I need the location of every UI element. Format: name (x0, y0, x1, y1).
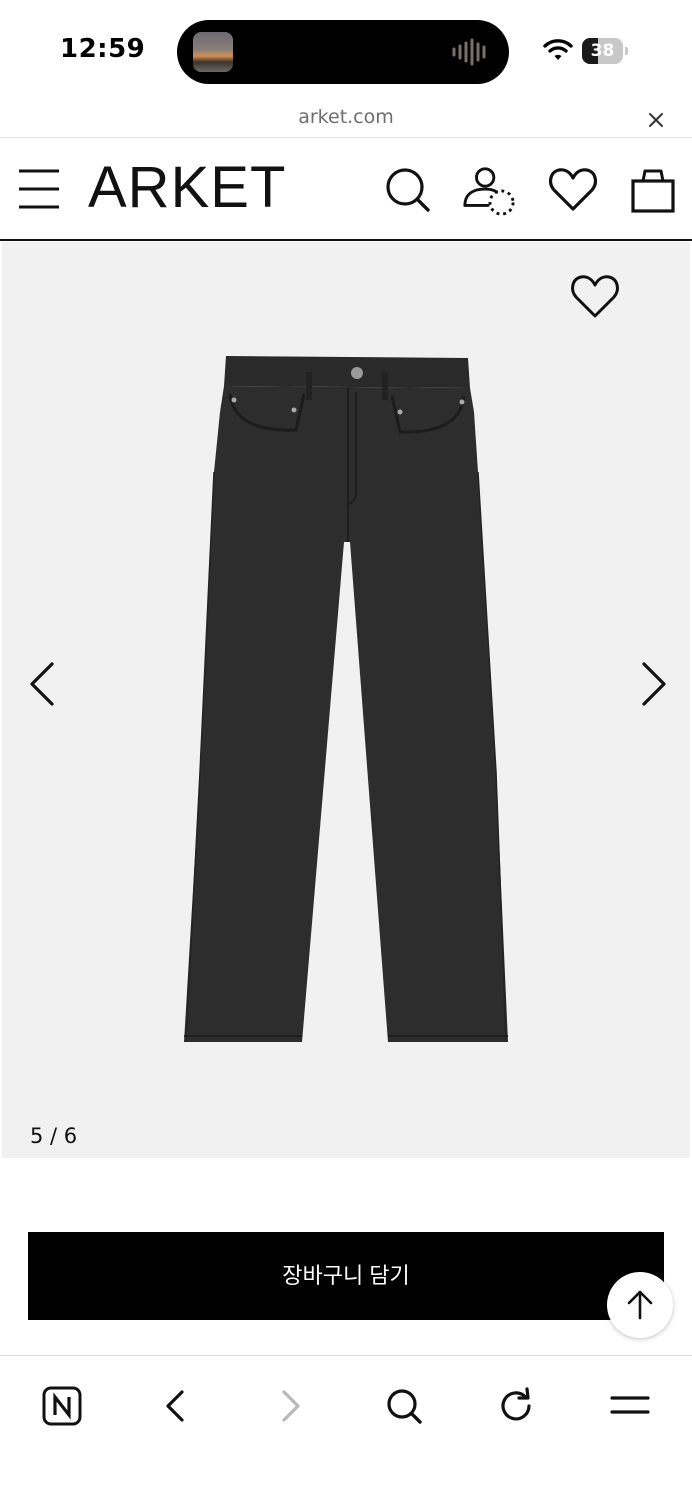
dynamic-island[interactable] (177, 20, 509, 84)
next-image-arrow-icon[interactable] (632, 658, 672, 710)
scroll-to-top-button[interactable] (607, 1272, 673, 1338)
refresh-button[interactable] (487, 1376, 547, 1436)
image-counter: 5 / 6 (30, 1124, 78, 1148)
status-bar: 12:59 38 (0, 0, 692, 100)
arrow-up-icon (627, 1290, 653, 1320)
audio-waveform-icon (452, 38, 486, 66)
battery-body: 38 (582, 38, 623, 64)
forward-icon (282, 1390, 300, 1422)
wishlist-icon[interactable] (548, 163, 598, 217)
battery-level: 38 (590, 41, 615, 61)
product-gallery[interactable]: 5 / 6 (2, 242, 690, 1158)
search-icon[interactable] (383, 163, 433, 217)
browser-toolbar (0, 1355, 692, 1500)
status-time: 12:59 (60, 34, 146, 64)
wifi-icon (543, 39, 573, 60)
close-icon[interactable] (644, 108, 668, 132)
battery-icon: 38 (582, 38, 628, 64)
browser-search-button[interactable] (374, 1376, 434, 1436)
add-to-cart-button[interactable]: 장바구니 담기 (28, 1232, 664, 1320)
add-to-wishlist-heart-icon[interactable] (569, 272, 621, 320)
menu-icon[interactable] (18, 167, 60, 211)
search-icon (387, 1389, 422, 1424)
battery-tip (625, 47, 628, 55)
naver-home-button[interactable] (32, 1376, 92, 1436)
product-image-jeans (184, 356, 508, 1043)
url-bar[interactable]: arket.com (0, 100, 692, 138)
shopping-bag-icon[interactable] (628, 163, 678, 217)
refresh-icon (501, 1387, 531, 1421)
back-button[interactable] (146, 1376, 206, 1436)
url-text[interactable]: arket.com (0, 106, 692, 128)
naver-icon (42, 1386, 82, 1426)
now-playing-thumbnail (193, 32, 233, 72)
site-logo[interactable]: ARKET (88, 153, 286, 223)
previous-image-arrow-icon[interactable] (24, 658, 64, 710)
site-header: ARKET (0, 139, 692, 241)
forward-button[interactable] (260, 1376, 320, 1436)
account-icon[interactable] (460, 163, 518, 217)
browser-menu-button[interactable] (600, 1376, 660, 1436)
back-icon (166, 1390, 184, 1422)
menu-icon (610, 1396, 650, 1414)
